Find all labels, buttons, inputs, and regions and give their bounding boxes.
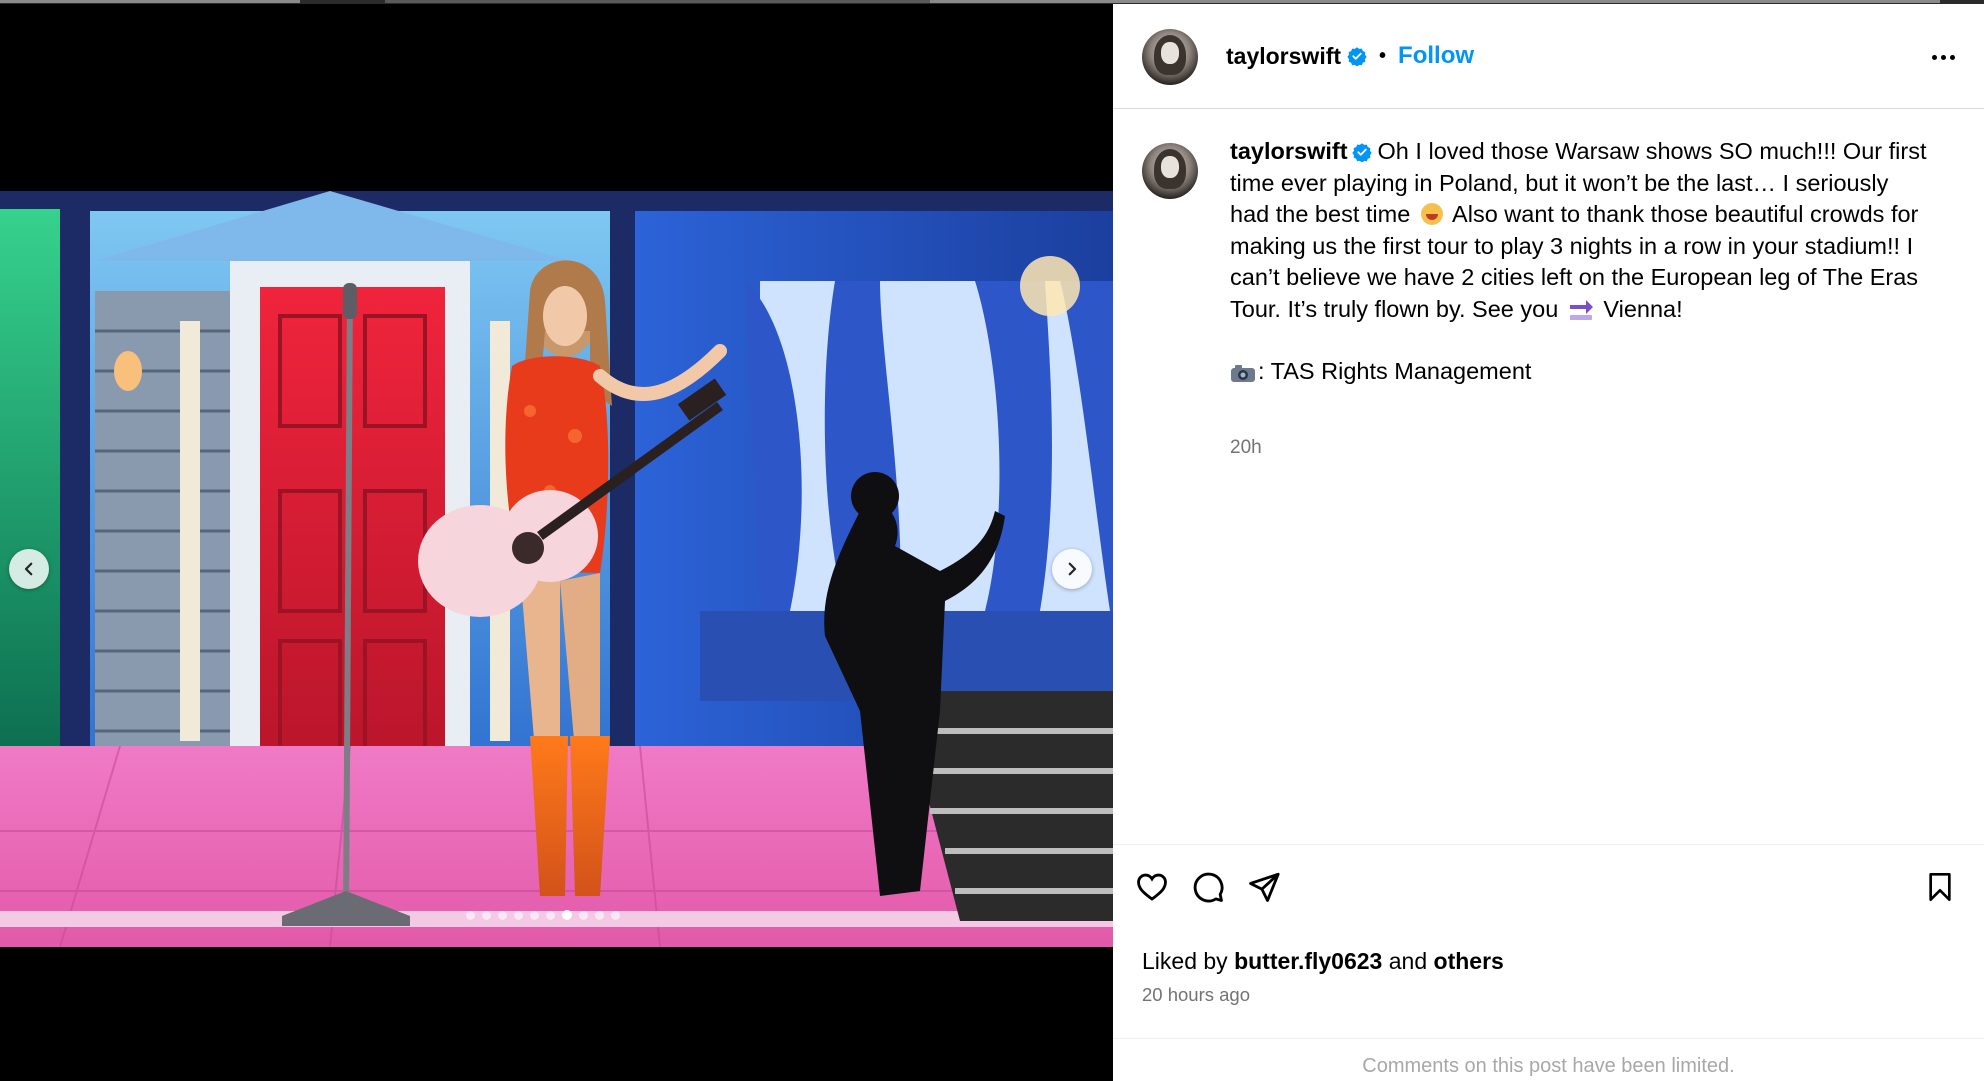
laughing-emoji-icon: [1420, 203, 1443, 225]
more-horizontal-icon: [1940, 54, 1946, 60]
save-button[interactable]: [1918, 865, 1962, 909]
soon-arrow-emoji-icon: [1569, 299, 1593, 320]
comment-icon: [1193, 872, 1224, 903]
carousel-dot: [498, 910, 507, 920]
carousel-dot: [562, 910, 572, 920]
top-strip-segment: [385, 0, 933, 3]
chevron-left-icon: [24, 562, 33, 576]
post-photo: [0, 191, 1113, 947]
photo-credit: : TAS Rights Management: [1230, 356, 1930, 388]
post-actions: Liked by butter.fly0623 and others 20 ho…: [1113, 844, 1984, 1077]
more-horizontal-icon: [1931, 54, 1937, 60]
carousel-next-button[interactable]: [1052, 549, 1092, 589]
liked-by-others[interactable]: others: [1434, 948, 1504, 974]
carousel-prev-button[interactable]: [9, 549, 49, 589]
top-strip-segment: [0, 0, 300, 3]
carousel-dot: [611, 910, 620, 920]
post-header: taylorswift • Follow: [1113, 4, 1984, 109]
carousel-indicator: [466, 910, 620, 920]
caption-text-part3: Vienna!: [1596, 295, 1683, 322]
caption-timestamp[interactable]: 20h: [1230, 437, 1262, 459]
header-user-line: taylorswift • Follow: [1226, 42, 1474, 70]
carousel-dot: [466, 910, 475, 920]
post-side-panel: taylorswift • Follow taylorswift Oh I lo…: [1113, 4, 1984, 1081]
photo-credit-text: : TAS Rights Management: [1258, 358, 1532, 384]
liked-by-and: and: [1382, 948, 1434, 974]
chevron-right-icon: [1068, 562, 1077, 576]
liked-by-user[interactable]: butter.fly0623: [1234, 948, 1382, 974]
liked-by: Liked by butter.fly0623 and others: [1142, 948, 1504, 975]
avatar-face: [1161, 156, 1179, 178]
share-button[interactable]: [1242, 865, 1286, 909]
carousel-dot: [530, 910, 539, 920]
verified-badge-icon: [1347, 47, 1367, 66]
avatar[interactable]: [1142, 29, 1198, 85]
caption-avatar[interactable]: [1142, 143, 1198, 199]
carousel-dot: [482, 910, 491, 920]
post-media: [0, 4, 1113, 1081]
comments-limited-notice: Comments on this post have been limited.: [1113, 1038, 1984, 1078]
like-button[interactable]: [1130, 865, 1174, 909]
camera-emoji-icon: [1231, 365, 1255, 382]
comment-button[interactable]: [1186, 865, 1230, 909]
liked-by-prefix: Liked by: [1142, 948, 1235, 974]
verified-badge-icon: [1351, 143, 1372, 162]
heart-icon: [1137, 873, 1167, 901]
carousel-dot: [579, 910, 588, 920]
post-caption: taylorswift Oh I loved those Warsaw show…: [1230, 136, 1930, 388]
carousel-dot: [514, 910, 523, 920]
share-icon: [1249, 872, 1280, 902]
follow-button[interactable]: Follow: [1398, 42, 1474, 70]
carousel-dot: [595, 910, 604, 920]
caption-username[interactable]: taylorswift: [1230, 138, 1348, 164]
header-username[interactable]: taylorswift: [1226, 43, 1341, 70]
top-strip-segment: [930, 0, 1940, 3]
post-time-ago[interactable]: 20 hours ago: [1142, 984, 1250, 1006]
avatar-face: [1161, 42, 1179, 64]
header-separator: •: [1379, 44, 1387, 67]
more-options-button[interactable]: [1926, 42, 1960, 72]
carousel-dot: [546, 910, 555, 920]
more-horizontal-icon: [1949, 54, 1955, 60]
bookmark-icon: [1929, 873, 1951, 901]
